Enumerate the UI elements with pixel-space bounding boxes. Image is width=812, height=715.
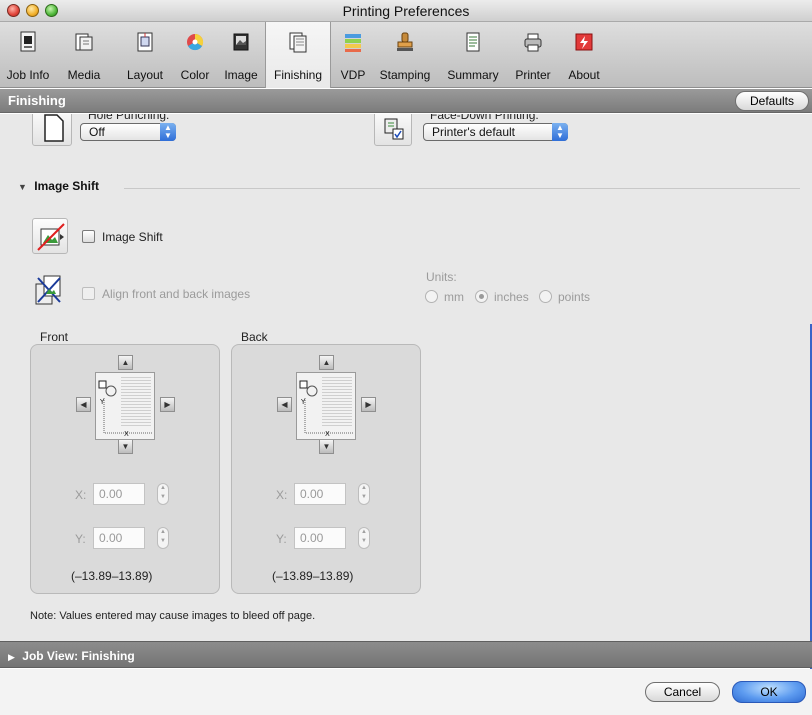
tab-image[interactable]: Image [218,22,264,88]
tab-stamping[interactable]: Stamping [374,22,436,88]
hole-punch-icon [32,114,72,146]
section-header: Finishing Defaults [0,89,812,113]
defaults-button[interactable]: Defaults [735,91,809,111]
about-icon [575,33,593,51]
media-icon [75,33,93,51]
face-down-icon [374,114,412,146]
back-y-field[interactable]: 0.00 [294,527,346,549]
image-shift-title: Image Shift [34,179,99,193]
tab-about[interactable]: About [560,22,608,88]
bleed-note: Note: Values entered may cause images to… [30,610,316,622]
hole-punching-select[interactable]: Off ▲ ▼ [80,123,176,141]
unit-inches-radio[interactable] [475,290,488,303]
front-shift-down-button[interactable]: ▼ [118,439,133,454]
front-page-preview: YX [95,372,155,440]
job-view-title: ▶ Job View: Finishing [8,649,135,663]
layout-icon [137,32,153,52]
image-shift-checkbox[interactable] [82,230,95,243]
face-down-select[interactable]: Printer's default ▲ ▼ [423,123,568,141]
printer-icon [524,33,542,52]
job-view-disclosure[interactable]: ▶ Job View: Finishing [0,641,812,668]
stamping-icon [397,32,413,51]
popup-arrows-icon: ▲ ▼ [552,123,568,141]
disclosure-triangle-down-icon: ▼ [18,182,27,192]
back-y-stepper[interactable]: ▲ ▼ [358,527,370,549]
back-x-field[interactable]: 0.00 [294,483,346,505]
tab-media[interactable]: Media [55,22,113,88]
window-title: Printing Preferences [342,3,470,19]
back-panel: ▲ ◀ ▶ ▼ YX X: 0.00 ▲ ▼ Y: 0.00 ▲ ▼ (–13.89… [231,344,421,594]
image-shift-checkbox-label: Image Shift [102,230,163,244]
color-icon [187,33,204,51]
vdp-icon [345,34,361,52]
cancel-button[interactable]: Cancel [645,682,720,702]
finishing-content: Hole Punching: Off ▲ ▼ Face-Down Printing… [0,114,802,641]
disclosure-triangle-right-icon: ▶ [8,652,15,662]
align-images-checkbox[interactable] [82,287,95,300]
back-y-label: Y: [276,532,287,546]
front-range: (–13.89–13.89) [71,569,153,583]
front-y-field[interactable]: 0.00 [93,527,145,549]
front-y-stepper[interactable]: ▲ ▼ [157,527,169,549]
face-down-value: Printer's default [432,125,515,139]
hole-punching-value: Off [89,125,105,139]
tab-vdp[interactable]: VDP [334,22,372,88]
job-info-icon [20,31,36,52]
back-shift-up-button[interactable]: ▲ [319,355,334,370]
title-bar: Printing Preferences [0,0,812,22]
align-images-icon [32,272,68,310]
tab-layout[interactable]: Layout [119,22,171,88]
front-shift-right-button[interactable]: ▶ [160,397,175,412]
unit-mm-radio[interactable] [425,290,438,303]
front-title: Front [40,330,69,344]
hole-punching-label: Hole Punching: [88,114,170,122]
front-x-stepper[interactable]: ▲ ▼ [157,483,169,505]
section-title: Finishing [8,93,66,108]
image-shift-disclosure[interactable]: ▼ Image Shift [18,179,99,193]
back-x-stepper[interactable]: ▲ ▼ [358,483,370,505]
unit-mm-label: mm [444,290,464,304]
tab-printer[interactable]: Printer [508,22,558,88]
back-page-preview: YX [296,372,356,440]
unit-points-label: points [558,290,591,304]
front-x-field[interactable]: 0.00 [93,483,145,505]
svg-text:X: X [124,430,129,438]
face-down-label: Face-Down Printing: [430,114,539,122]
units-label: Units: [426,270,457,284]
popup-arrows-icon: ▲ ▼ [160,123,176,141]
section-divider [124,188,800,189]
back-title: Back [241,330,268,344]
unit-inches-label: inches [494,290,529,304]
front-x-label: X: [75,488,87,502]
scrollbar[interactable] [802,114,812,715]
front-shift-left-button[interactable]: ◀ [76,397,91,412]
summary-icon [466,32,480,52]
svg-text:X: X [325,430,330,438]
job-view-label: Job View: Finishing [22,649,135,663]
dialog-footer: Cancel OK [0,669,812,715]
finishing-icon [289,32,307,53]
back-range: (–13.89–13.89) [272,569,354,583]
unit-points-radio[interactable] [539,290,552,303]
back-shift-left-button[interactable]: ◀ [277,397,292,412]
back-shift-right-button[interactable]: ▶ [361,397,376,412]
front-shift-up-button[interactable]: ▲ [118,355,133,370]
back-x-label: X: [276,488,288,502]
image-icon [233,33,249,51]
tab-job-info[interactable]: Job Info [2,22,54,88]
back-shift-down-button[interactable]: ▼ [319,439,334,454]
align-images-label: Align front and back images [102,287,251,301]
tab-summary[interactable]: Summary [440,22,506,88]
tab-color[interactable]: Color [172,22,218,88]
image-shift-icon [32,218,68,254]
front-y-label: Y: [75,532,86,546]
tab-finishing[interactable]: Finishing [265,22,331,88]
toolbar: Job Info Media Layout Color Image Finish… [0,22,812,88]
ok-button[interactable]: OK [732,681,806,703]
front-panel: ▲ ◀ ▶ ▼ YX X: 0.00 ▲ ▼ Y: 0.00 ▲ ▼ (–13.89… [30,344,220,594]
